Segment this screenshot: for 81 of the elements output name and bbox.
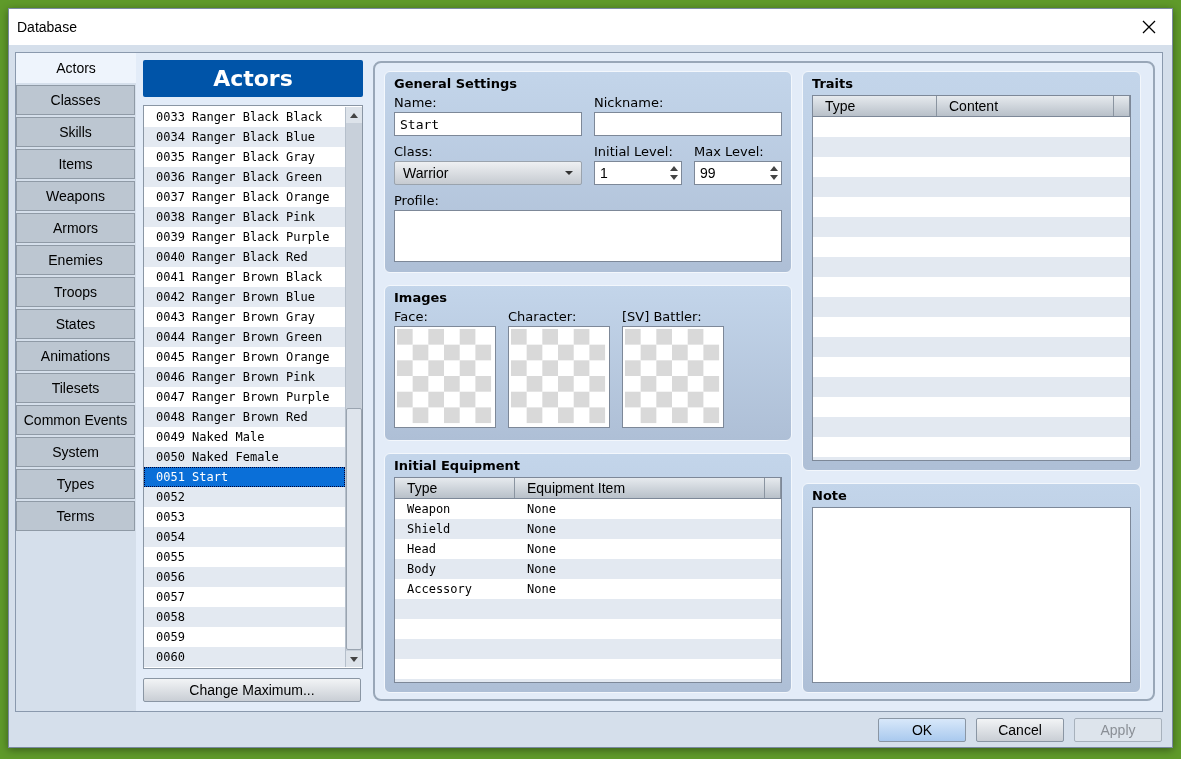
column-header[interactable]: Type (395, 477, 515, 498)
tab[interactable]: Skills (16, 117, 135, 147)
tab[interactable]: Animations (16, 341, 135, 371)
tab[interactable]: Armors (16, 213, 135, 243)
field-label: Max Level: (694, 144, 764, 159)
field-label: Initial Level: (594, 144, 673, 159)
list-item[interactable]: 0051 Start (144, 467, 345, 487)
max-level-spinbox[interactable]: 99 (694, 161, 782, 185)
tab[interactable]: Weapons (16, 181, 135, 211)
list-item[interactable]: 0060 (144, 647, 345, 667)
note-field[interactable] (812, 507, 1131, 683)
tab[interactable]: Tilesets (16, 373, 135, 403)
tab[interactable]: Common Events (16, 405, 135, 435)
table-cell-text: Shield (406, 521, 452, 536)
field-label: Class: (394, 144, 433, 159)
group-title: General Settings (394, 76, 518, 91)
tab[interactable]: States (16, 309, 135, 339)
image-label: Character: (508, 309, 577, 325)
list-item[interactable]: 0056 (144, 567, 345, 587)
image-slot[interactable] (622, 326, 724, 429)
list-item[interactable]: 0050 Naked Female (144, 447, 345, 467)
column-header[interactable]: Equipment Item (515, 477, 765, 498)
list-item[interactable]: 0054 (144, 527, 345, 547)
scroll-thumb[interactable] (346, 408, 362, 650)
tab[interactable]: Troops (16, 277, 135, 307)
scroll-down-icon (350, 656, 358, 662)
field-label: Nickname: (594, 95, 664, 110)
list-header: Actors (143, 60, 363, 97)
list-item[interactable]: 0052 (144, 487, 345, 507)
spin-arrows-icon (770, 166, 778, 180)
nickname-field[interactable] (594, 112, 782, 136)
list-item[interactable]: 0044 Ranger Brown Green (144, 327, 345, 347)
table-cell-text: Weapon (406, 501, 452, 516)
tab[interactable]: Terms (16, 501, 135, 531)
image-slot[interactable] (394, 326, 496, 429)
table-cell-text: Head (406, 541, 437, 556)
list-item[interactable]: 0036 Ranger Black Green (144, 167, 345, 187)
tab[interactable]: System (16, 437, 135, 467)
image-slot[interactable] (508, 326, 610, 429)
scrollbar[interactable] (345, 107, 362, 667)
window-title: Database (17, 19, 77, 35)
spin-arrows-icon (670, 166, 678, 180)
group-title: Images (394, 290, 447, 306)
scroll-up-icon (350, 112, 358, 118)
image-label: [SV] Battler: (622, 309, 702, 325)
list-item[interactable]: 0038 Ranger Black Pink (144, 207, 345, 227)
table-cell-text: None (526, 561, 557, 576)
table-cell-text: None (526, 521, 557, 536)
tab[interactable]: Actors (16, 53, 136, 83)
tab[interactable]: Enemies (16, 245, 135, 275)
group-title: Note (812, 488, 847, 504)
table-cell-text: Body (406, 561, 437, 576)
initial-level-spinbox[interactable]: 1 (594, 161, 682, 185)
table-cell-text: None (526, 541, 557, 556)
table-cell-text: Accessory (406, 581, 474, 596)
list-item[interactable]: 0034 Ranger Black Blue (144, 127, 345, 147)
field-label: Name: (394, 95, 437, 110)
class-dropdown[interactable]: Warrior (394, 161, 582, 185)
group-title: Initial Equipment (394, 457, 520, 473)
dialog-button[interactable]: OK (878, 717, 966, 742)
field-label: Profile: (394, 193, 439, 208)
table-cell-text: None (526, 501, 557, 516)
tab[interactable]: Classes (16, 85, 135, 115)
list-item[interactable]: 0046 Ranger Brown Pink (144, 367, 345, 387)
tab[interactable]: Items (16, 149, 135, 179)
list-item[interactable]: 0040 Ranger Black Red (144, 247, 345, 267)
name-field[interactable]: Start (394, 112, 582, 136)
image-label: Face: (394, 309, 428, 325)
list-item[interactable]: 0042 Ranger Brown Blue (144, 287, 345, 307)
close-icon (1142, 20, 1156, 34)
column-header[interactable]: Type (813, 96, 937, 116)
dialog-button[interactable]: Cancel (976, 717, 1064, 742)
profile-field[interactable] (394, 210, 782, 262)
caret-icon (565, 171, 573, 175)
list-item[interactable]: 0048 Ranger Brown Red (144, 407, 345, 427)
list-item[interactable]: 0058 (144, 607, 345, 627)
column-header[interactable]: Content (937, 96, 1114, 116)
group-title: Traits (812, 76, 854, 91)
table-cell-text: None (526, 581, 557, 596)
change-maximum-button[interactable]: Change Maximum... (143, 678, 361, 702)
tab[interactable]: Types (16, 469, 135, 499)
